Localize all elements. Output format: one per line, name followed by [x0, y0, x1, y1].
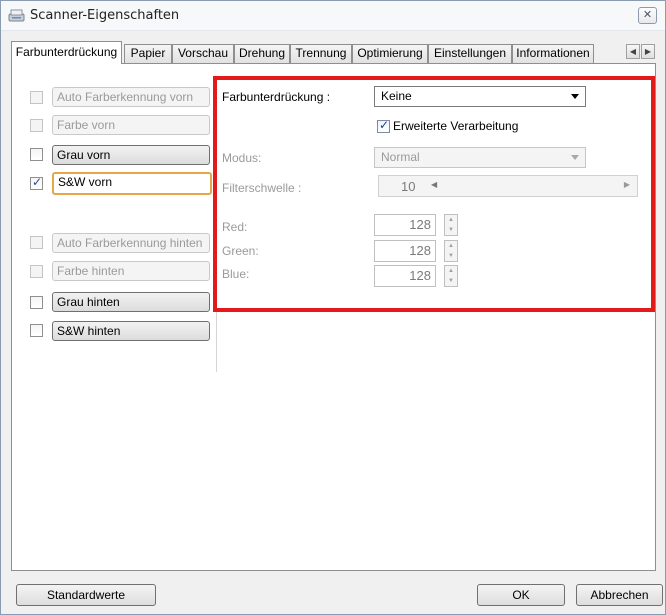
- tab-farbunterdrueckung[interactable]: Farbunterdrückung: [11, 41, 122, 64]
- tab-vorschau[interactable]: Vorschau: [172, 44, 234, 63]
- red-input[interactable]: 128: [374, 214, 436, 236]
- tab-optimierung[interactable]: Optimierung: [352, 44, 428, 63]
- tab-scroll-right-button[interactable]: ▶: [641, 44, 655, 59]
- tab-einstellungen[interactable]: Einstellungen: [428, 44, 512, 63]
- dropout-select[interactable]: Keine: [374, 86, 586, 107]
- option-gray-back[interactable]: Grau hinten: [52, 292, 210, 312]
- slider-left-arrow-icon[interactable]: ◀: [431, 180, 437, 189]
- green-spinner[interactable]: ▲ ▼: [444, 240, 458, 262]
- tab-drehung[interactable]: Drehung: [234, 44, 290, 63]
- green-input[interactable]: 128: [374, 240, 436, 262]
- option-color-back[interactable]: Farbe hinten: [52, 261, 210, 281]
- threshold-value: 10: [401, 179, 416, 194]
- option-bw-back[interactable]: S&W hinten: [52, 321, 210, 341]
- checkbox-bw-back[interactable]: [30, 324, 43, 337]
- cancel-button[interactable]: Abbrechen: [576, 584, 663, 606]
- tab-papier[interactable]: Papier: [124, 44, 172, 63]
- window-title: Scanner-Eigenschaften: [30, 8, 180, 23]
- close-icon: ✕: [642, 9, 653, 21]
- option-color-front[interactable]: Farbe vorn: [52, 115, 210, 135]
- defaults-button[interactable]: Standardwerte: [16, 584, 156, 606]
- chevron-down-icon: [571, 94, 579, 99]
- option-auto-color-back[interactable]: Auto Farberkennung hinten: [52, 233, 210, 253]
- scanner-icon: [8, 8, 25, 23]
- option-auto-color-front[interactable]: Auto Farberkennung vorn: [52, 87, 210, 107]
- red-spinner[interactable]: ▲ ▼: [444, 214, 458, 236]
- arrow-right-icon: ▶: [644, 47, 652, 56]
- checkbox-color-front[interactable]: [30, 119, 43, 132]
- dropout-value: Keine: [381, 89, 412, 103]
- scanner-properties-window: Scanner-Eigenschaften ✕ Farbunterdrückun…: [0, 0, 666, 615]
- title-bar: Scanner-Eigenschaften ✕: [1, 1, 665, 31]
- blue-spinner[interactable]: ▲ ▼: [444, 265, 458, 287]
- tab-strip: Farbunterdrückung Papier Vorschau Drehun…: [11, 41, 651, 64]
- tab-trennung[interactable]: Trennung: [290, 44, 352, 63]
- checkbox-gray-front[interactable]: [30, 148, 43, 161]
- close-button[interactable]: ✕: [638, 7, 657, 24]
- tab-scroll-left-button[interactable]: ◀: [626, 44, 640, 59]
- advanced-processing-label: Erweiterte Verarbeitung: [393, 119, 519, 133]
- slider-right-arrow-icon[interactable]: ▶: [624, 180, 630, 189]
- checkbox-color-back[interactable]: [30, 265, 43, 278]
- checkbox-auto-color-front[interactable]: [30, 91, 43, 104]
- blue-input[interactable]: 128: [374, 265, 436, 287]
- red-label: Red:: [222, 220, 248, 234]
- dropout-label: Farbunterdrückung :: [222, 90, 331, 104]
- advanced-processing-checkbox[interactable]: [377, 118, 390, 133]
- threshold-label: Filterschwelle :: [222, 181, 302, 195]
- mode-value: Normal: [381, 150, 420, 164]
- checkbox-gray-back[interactable]: [30, 296, 43, 309]
- mode-label: Modus:: [222, 151, 262, 165]
- checkbox-auto-color-back[interactable]: [30, 236, 43, 249]
- chevron-down-icon: [571, 155, 579, 160]
- green-label: Green:: [222, 244, 259, 258]
- checkbox-bw-front[interactable]: [30, 175, 43, 190]
- blue-label: Blue:: [222, 267, 250, 281]
- option-bw-front[interactable]: S&W vorn: [52, 172, 212, 195]
- arrow-left-icon: ◀: [629, 47, 637, 56]
- threshold-slider[interactable]: 10 ◀ ▶: [378, 175, 638, 197]
- ok-button[interactable]: OK: [477, 584, 565, 606]
- option-gray-front[interactable]: Grau vorn: [52, 145, 210, 165]
- mode-select[interactable]: Normal: [374, 147, 586, 168]
- tab-informationen[interactable]: Informationen: [512, 44, 594, 63]
